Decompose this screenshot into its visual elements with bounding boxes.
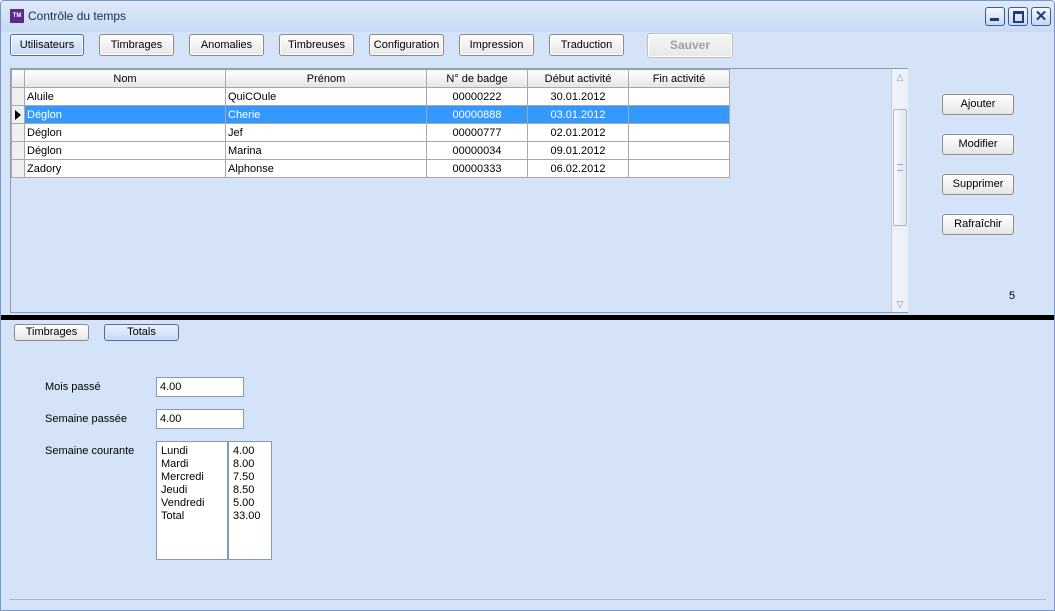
last-month-field[interactable]: 4.00	[156, 377, 244, 397]
column-header-badge[interactable]: N° de badge	[426, 69, 528, 88]
list-item[interactable]: Lundi	[161, 445, 223, 458]
list-item[interactable]: 8.50	[233, 484, 267, 497]
cell-debut[interactable]: 30.01.2012	[527, 87, 629, 106]
cell-fin[interactable]	[628, 159, 730, 178]
tab-configuration[interactable]: Configuration	[369, 34, 444, 56]
tab-timbreuses[interactable]: Timbreuses	[279, 34, 354, 56]
cell-fin[interactable]	[628, 123, 730, 142]
current-week-label: Semaine courante	[45, 445, 135, 457]
subtab-timbrages[interactable]: Timbrages	[14, 324, 89, 341]
app-icon: TM	[10, 9, 24, 23]
table-row[interactable]: Déglon Marina 00000034 09.01.2012	[11, 141, 730, 160]
tab-traduction[interactable]: Traduction	[549, 34, 624, 56]
tab-utilisateurs[interactable]: Utilisateurs	[10, 34, 84, 56]
cell-fin[interactable]	[628, 87, 730, 106]
row-indicator	[11, 87, 25, 106]
list-item[interactable]: 33.00	[233, 510, 267, 523]
days-listbox[interactable]: Lundi Mardi Mercredi Jeudi Vendredi Tota…	[156, 441, 228, 560]
table-row[interactable]: Zadory Alphonse 00000333 06.02.2012	[11, 159, 730, 178]
cell-fin[interactable]	[628, 105, 730, 124]
row-indicator-header	[11, 69, 25, 88]
panel-splitter[interactable]	[1, 315, 1054, 320]
row-indicator	[11, 123, 25, 142]
table-row[interactable]: Déglon Jef 00000777 02.01.2012	[11, 123, 730, 142]
table-row[interactable]: Aluile QuiCOule 00000222 30.01.2012	[11, 87, 730, 106]
scroll-down-icon[interactable]: ▽	[893, 297, 907, 311]
cell-prenom[interactable]: Alphonse	[225, 159, 427, 178]
row-indicator	[11, 105, 25, 124]
list-item[interactable]: 8.00	[233, 458, 267, 471]
status-divider	[9, 599, 1046, 600]
column-header-debut[interactable]: Début activité	[527, 69, 629, 88]
users-table: Nom Prénom N° de badge Début activité Fi…	[11, 69, 730, 178]
cell-badge[interactable]: 00000777	[426, 123, 528, 142]
edit-button[interactable]: Modifier	[942, 134, 1014, 155]
close-button[interactable]: ✕	[1031, 7, 1051, 26]
table-header-row: Nom Prénom N° de badge Début activité Fi…	[11, 69, 730, 88]
window-title: Contrôle du temps	[28, 9, 127, 23]
cell-prenom[interactable]: Marina	[225, 141, 427, 160]
cell-debut[interactable]: 06.02.2012	[527, 159, 629, 178]
title-bar: TM Contrôle du temps ✕	[1, 1, 1054, 32]
list-item[interactable]: 4.00	[233, 445, 267, 458]
list-item[interactable]: 7.50	[233, 471, 267, 484]
cell-prenom[interactable]: Jef	[225, 123, 427, 142]
cell-nom[interactable]: Déglon	[24, 105, 226, 124]
vertical-scrollbar[interactable]: △ ▽	[891, 69, 908, 312]
column-header-prenom[interactable]: Prénom	[225, 69, 427, 88]
cell-badge[interactable]: 00000888	[426, 105, 528, 124]
cell-debut[interactable]: 03.01.2012	[527, 105, 629, 124]
column-header-nom[interactable]: Nom	[24, 69, 226, 88]
cell-badge[interactable]: 00000034	[426, 141, 528, 160]
subtab-totals[interactable]: Totals	[104, 324, 179, 341]
cell-badge[interactable]: 00000222	[426, 87, 528, 106]
column-header-fin[interactable]: Fin activité	[628, 69, 730, 88]
cell-nom[interactable]: Zadory	[24, 159, 226, 178]
row-indicator	[11, 141, 25, 160]
close-icon: ✕	[1034, 8, 1048, 25]
list-item[interactable]: Total	[161, 510, 223, 523]
hours-listbox[interactable]: 4.00 8.00 7.50 8.50 5.00 33.00	[228, 441, 272, 560]
current-row-arrow-icon	[15, 110, 21, 120]
last-month-label: Mois passé	[45, 381, 101, 393]
list-item[interactable]: Mercredi	[161, 471, 223, 484]
cell-nom[interactable]: Déglon	[24, 123, 226, 142]
tab-impression[interactable]: Impression	[459, 34, 534, 56]
last-week-field[interactable]: 4.00	[156, 409, 244, 429]
maximize-button[interactable]	[1008, 7, 1028, 26]
cell-nom[interactable]: Aluile	[24, 87, 226, 106]
row-indicator	[11, 159, 25, 178]
cell-fin[interactable]	[628, 141, 730, 160]
cell-debut[interactable]: 09.01.2012	[527, 141, 629, 160]
delete-button[interactable]: Supprimer	[942, 174, 1014, 195]
refresh-button[interactable]: Rafraîchir	[942, 214, 1014, 235]
list-item[interactable]: Jeudi	[161, 484, 223, 497]
cell-nom[interactable]: Déglon	[24, 141, 226, 160]
add-button[interactable]: Ajouter	[942, 94, 1014, 115]
scroll-thumb[interactable]	[893, 109, 907, 226]
list-item[interactable]: Vendredi	[161, 497, 223, 510]
record-count: 5	[1009, 290, 1016, 302]
main-window: TM Contrôle du temps ✕ Utilisateurs Timb…	[0, 0, 1055, 611]
table-row-selected[interactable]: Déglon Cherie 00000888 03.01.2012	[11, 105, 730, 124]
cell-badge[interactable]: 00000333	[426, 159, 528, 178]
minimize-button[interactable]	[985, 7, 1005, 26]
minimize-icon	[990, 18, 999, 21]
cell-debut[interactable]: 02.01.2012	[527, 123, 629, 142]
tab-timbrages[interactable]: Timbrages	[99, 34, 174, 56]
cell-prenom[interactable]: Cherie	[225, 105, 427, 124]
last-week-label: Semaine passée	[45, 413, 127, 425]
maximize-icon	[1013, 11, 1024, 23]
users-grid: Nom Prénom N° de badge Début activité Fi…	[10, 68, 908, 313]
grip-icon	[897, 164, 903, 171]
tab-anomalies[interactable]: Anomalies	[189, 34, 264, 56]
list-item[interactable]: 5.00	[233, 497, 267, 510]
save-button[interactable]: Sauver	[647, 33, 733, 58]
cell-prenom[interactable]: QuiCOule	[225, 87, 427, 106]
scroll-up-icon[interactable]: △	[893, 70, 907, 84]
list-item[interactable]: Mardi	[161, 458, 223, 471]
